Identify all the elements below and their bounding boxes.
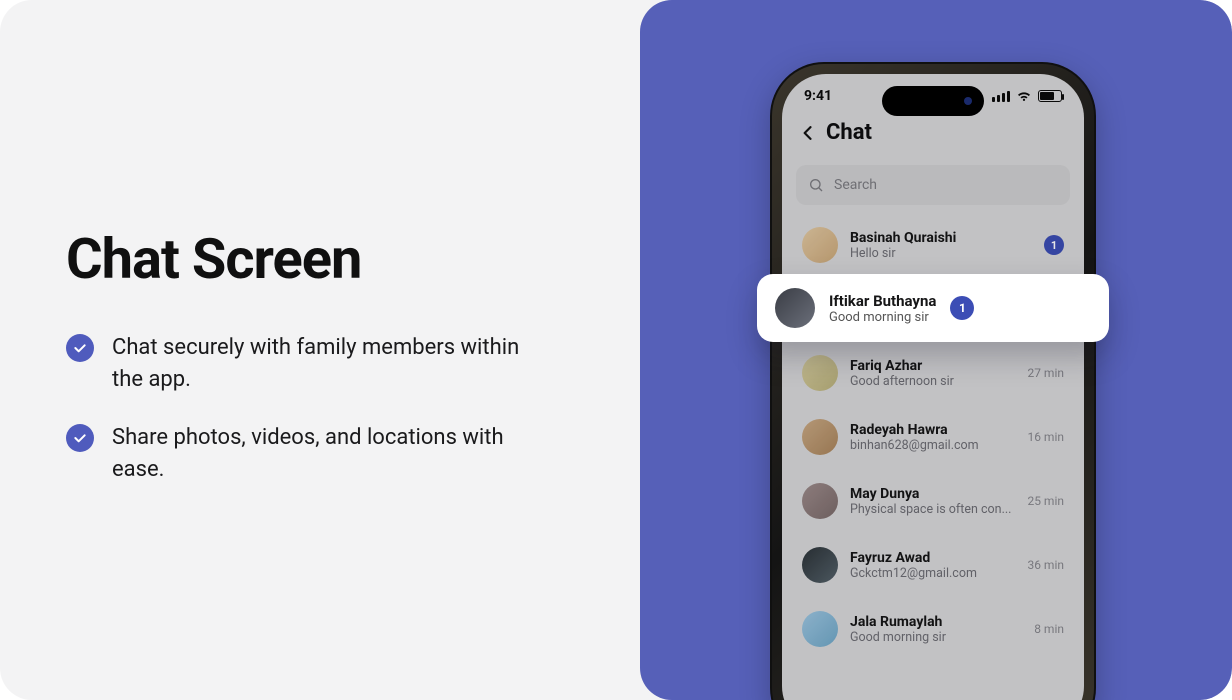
chat-preview: Gckctm12@gmail.com	[850, 566, 1015, 581]
chat-name: Fayruz Awad	[850, 550, 1015, 566]
avatar	[802, 611, 838, 647]
chat-name: Radeyah Hawra	[850, 422, 1015, 438]
chat-row[interactable]: Jala Rumaylah Good morning sir 8 min	[792, 601, 1074, 657]
phone-mockup: 9:41 Chat	[770, 62, 1096, 700]
chat-name: May Dunya	[850, 486, 1015, 502]
chat-row[interactable]: May Dunya Physical space is often con...…	[792, 473, 1074, 529]
avatar	[802, 483, 838, 519]
avatar	[802, 227, 838, 263]
chat-preview: binhan628@gmail.com	[850, 438, 1015, 453]
checkmark-icon	[66, 334, 94, 362]
chat-row[interactable]: Fariq Azhar Good afternoon sir 27 min	[792, 345, 1074, 401]
chat-row[interactable]: Fayruz Awad Gckctm12@gmail.com 36 min	[792, 537, 1074, 593]
unread-badge: 1	[950, 296, 974, 320]
feature-text: Chat securely with family members within…	[112, 332, 542, 396]
showcase-panel: 9:41 Chat	[640, 0, 1232, 700]
chat-time: 27 min	[1027, 366, 1064, 380]
avatar	[802, 419, 838, 455]
search-input[interactable]: Search	[796, 165, 1070, 205]
back-chevron-icon[interactable]	[798, 123, 818, 143]
screen-title: Chat	[826, 120, 872, 145]
chat-time: 16 min	[1027, 430, 1064, 444]
feature-bullet: Chat securely with family members within…	[66, 332, 586, 396]
chat-name: Iftikar Buthayna	[829, 292, 936, 310]
search-placeholder: Search	[834, 177, 877, 193]
chat-row[interactable]: Basinah Quraishi Hello sir 1	[792, 217, 1074, 273]
feature-bullet: Share photos, videos, and locations with…	[66, 422, 586, 486]
wifi-icon	[1016, 90, 1032, 102]
avatar	[802, 547, 838, 583]
unread-badge: 1	[1044, 235, 1064, 255]
chat-row-highlighted[interactable]: Iftikar Buthayna Good morning sir 1	[757, 274, 1109, 342]
battery-icon	[1038, 90, 1062, 102]
feature-text: Share photos, videos, and locations with…	[112, 422, 542, 486]
chat-preview: Good morning sir	[850, 630, 1022, 645]
chat-time: 8 min	[1034, 622, 1064, 636]
checkmark-icon	[66, 424, 94, 452]
status-time: 9:41	[804, 88, 832, 104]
chat-preview: Physical space is often con...	[850, 502, 1015, 517]
chat-preview: Good afternoon sir	[850, 374, 1015, 389]
avatar	[802, 355, 838, 391]
chat-preview: Hello sir	[850, 246, 1032, 261]
search-icon	[808, 177, 824, 193]
page-title: Chat Screen	[66, 226, 586, 292]
chat-name: Jala Rumaylah	[850, 614, 1022, 630]
chat-preview: Good morning sir	[829, 310, 936, 325]
avatar	[775, 288, 815, 328]
signal-icon	[992, 91, 1010, 102]
chat-name: Fariq Azhar	[850, 358, 1015, 374]
chat-time: 36 min	[1027, 558, 1064, 572]
chat-name: Basinah Quraishi	[850, 230, 1032, 246]
chat-time: 25 min	[1027, 494, 1064, 508]
chat-row[interactable]: Radeyah Hawra binhan628@gmail.com 16 min	[792, 409, 1074, 465]
